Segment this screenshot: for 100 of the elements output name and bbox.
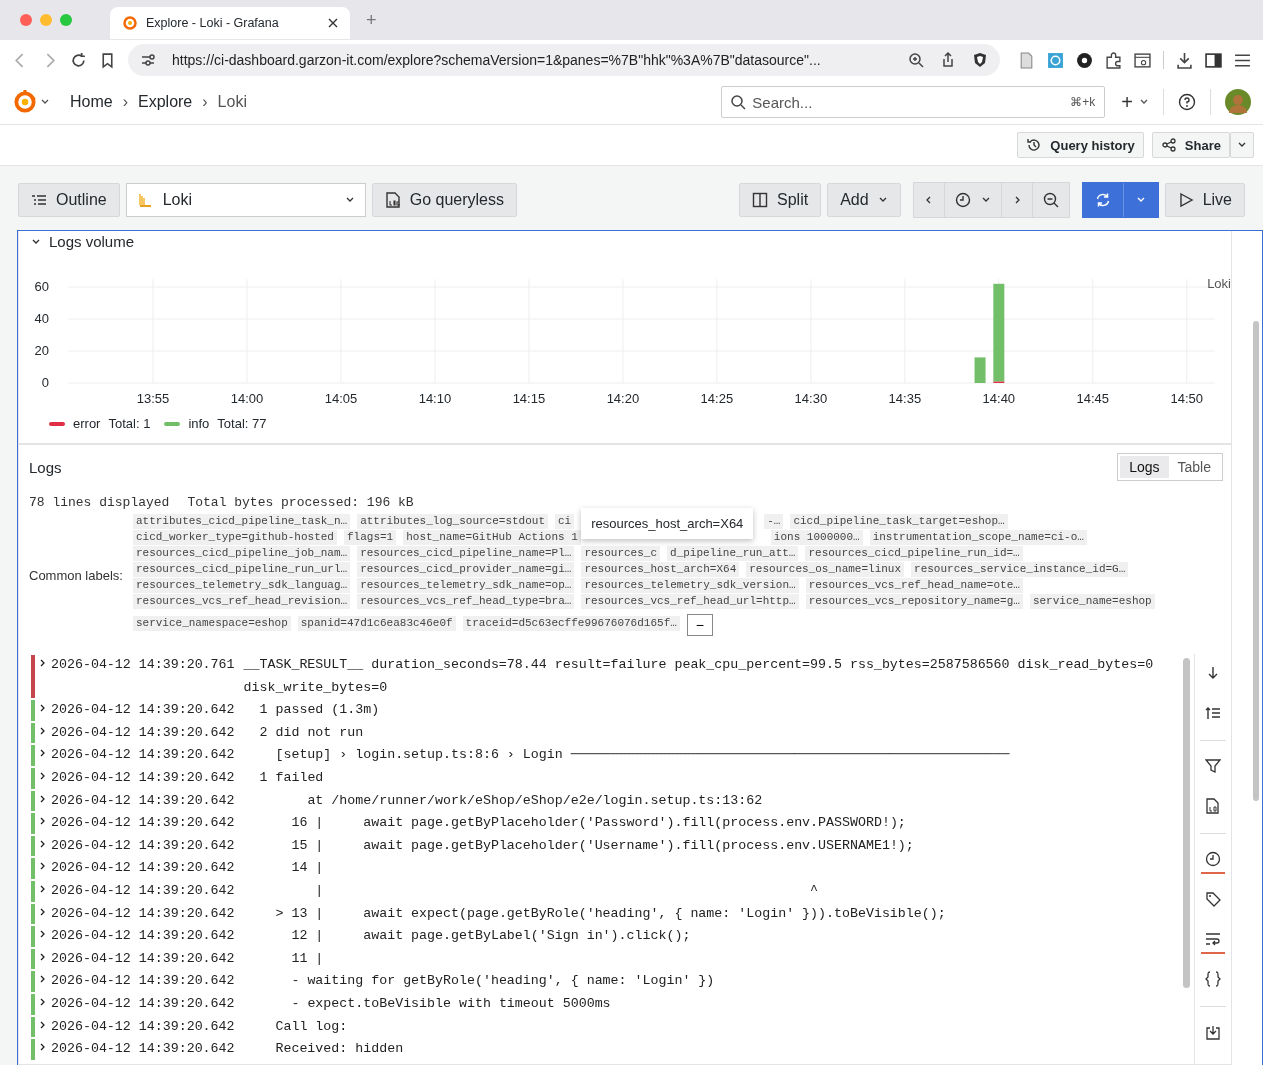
legend-label[interactable]: info: [188, 416, 210, 431]
download-icon[interactable]: [1176, 51, 1193, 69]
outline-icon: [31, 192, 47, 208]
breadcrumb-link[interactable]: Explore: [138, 93, 193, 111]
scrollbar[interactable]: [1183, 658, 1190, 988]
reload-icon[interactable]: [70, 51, 87, 69]
share-button[interactable]: Share: [1151, 132, 1230, 158]
expand-icon[interactable]: [39, 906, 47, 917]
refresh-icon: [1094, 192, 1111, 208]
history-icon: [1026, 137, 1043, 153]
collapse-labels-button[interactable]: −: [686, 614, 713, 636]
expand-icon[interactable]: [39, 974, 47, 985]
common-labels-title: Common labels:: [29, 567, 123, 583]
breadcrumb-link[interactable]: Loki: [217, 93, 247, 111]
expand-icon[interactable]: [39, 883, 47, 894]
document-icon[interactable]: [1018, 51, 1035, 69]
menu-icon[interactable]: [1234, 51, 1251, 69]
y-axis-label: 20: [34, 343, 49, 358]
expand-icon[interactable]: [39, 951, 47, 962]
panel-title: Logs volume: [49, 233, 135, 250]
log-timestamp: 2026-04-12 14:39:20.642: [51, 994, 235, 1013]
x-axis-label: 14:45: [1076, 391, 1110, 404]
legend-label[interactable]: error: [73, 416, 101, 431]
shortcut-hint: ⌘+k: [1070, 95, 1096, 109]
series-label: Loki: [1207, 276, 1231, 291]
log-timestamp: 2026-04-12 14:39:20.642: [51, 791, 235, 810]
shield-icon[interactable]: [972, 52, 988, 68]
expand-icon[interactable]: [39, 996, 47, 1007]
new-button[interactable]: +: [1121, 90, 1133, 114]
label-tag: resources_host_arch=X64: [581, 562, 740, 577]
browser-tab[interactable]: Explore - Loki - Grafana: [110, 7, 350, 39]
query-history-button[interactable]: Query history: [1017, 132, 1144, 158]
split-button[interactable]: Split: [739, 183, 822, 217]
datasource-picker[interactable]: Loki: [125, 183, 366, 217]
grafana-logo-icon[interactable]: [12, 89, 38, 115]
window-icon[interactable]: [1134, 51, 1151, 69]
label-tag: flags=1: [344, 530, 397, 545]
expand-icon[interactable]: [39, 838, 47, 849]
columns-icon: [752, 192, 769, 208]
log-timestamp: 2026-04-12 14:39:20.642: [51, 927, 235, 946]
expand-icon[interactable]: [39, 770, 47, 781]
expand-icon[interactable]: [39, 658, 47, 668]
log-message: __TASK_RESULT__ duration_seconds=78.44 result=failure peak_cpu_percent=99.5 rss_bytes=2587586560 disk_read_bytes=0 disk_write_bytes=0: [243, 656, 1155, 697]
wrap-lines-icon: [1205, 931, 1221, 947]
label-tag: resources_cicd_pipeline_name=Pl…: [357, 546, 575, 561]
outline-button[interactable]: Outline: [18, 183, 120, 217]
label-tag: resources_vcs_ref_head_revision…: [132, 594, 351, 609]
expand-icon[interactable]: [39, 816, 47, 827]
expand-icon[interactable]: [39, 703, 47, 714]
help-icon[interactable]: [1178, 93, 1196, 111]
breadcrumb-link[interactable]: Home: [70, 93, 113, 111]
label-tag: attributes_cicd_pipeline_task_n…: [132, 514, 351, 529]
scrollbar[interactable]: [1253, 321, 1259, 801]
extension-icon[interactable]: [1076, 51, 1093, 69]
label-tag: host_name=GitHub Actions 1: [403, 530, 581, 545]
play-icon: [1177, 192, 1194, 208]
log-timestamp: 2026-04-12 14:39:20.642: [51, 723, 235, 742]
expand-icon[interactable]: [39, 748, 47, 759]
y-axis-label: 40: [34, 311, 49, 326]
label-tag: spanid=47d1c6ea83c46e0f: [297, 615, 456, 631]
view-tab[interactable]: Logs: [1120, 456, 1169, 478]
puzzle-icon[interactable]: [1105, 51, 1122, 69]
log-message: | ^: [314, 881, 820, 900]
bookmark-icon[interactable]: [99, 51, 116, 69]
site-settings-icon[interactable]: [140, 52, 156, 68]
x-axis-label: 14:30: [794, 391, 828, 404]
close-icon[interactable]: [328, 18, 338, 28]
expand-icon[interactable]: [39, 929, 47, 940]
label-tag: ions 1000000…: [770, 530, 863, 545]
expand-icon[interactable]: [39, 1019, 47, 1030]
label-tag: cicd_pipeline_task_target=eshop…: [790, 514, 1008, 529]
expand-icon[interactable]: [39, 1042, 47, 1053]
y-axis-label: 60: [34, 279, 49, 294]
address-bar[interactable]: https://ci-dashboard.garzon-it.com/explore?schemaVersion=1&panes=%7B"hhk"%3A%7B"datasource"...: [128, 44, 1000, 76]
label-tag: resources_vcs_ref_head_name=ote…: [805, 578, 1023, 593]
avatar-icon[interactable]: [1225, 89, 1251, 115]
log-timestamp: 2026-04-12 14:39:20.642: [51, 746, 235, 765]
sidebar-icon[interactable]: [1205, 51, 1222, 69]
log-timestamp: 2026-04-12 14:39:20.761: [51, 656, 235, 674]
expand-icon[interactable]: [39, 725, 47, 736]
add-button[interactable]: Add: [827, 183, 901, 217]
go-queryless-button[interactable]: Go queryless: [371, 183, 517, 217]
x-axis-label: 14:00: [230, 391, 264, 404]
expand-icon[interactable]: [39, 861, 47, 872]
label-tag: resources_cicd_provider_name=gi…: [357, 562, 575, 577]
clock-icon: [1205, 851, 1221, 867]
label-tag: -…: [764, 514, 784, 529]
share-icon[interactable]: [940, 52, 956, 68]
new-tab-button[interactable]: +: [366, 9, 377, 31]
bar: [974, 357, 986, 383]
zoom-icon[interactable]: [908, 52, 924, 68]
x-axis-label: 14:05: [324, 391, 358, 404]
view-tab[interactable]: Table: [1168, 456, 1220, 478]
share-icon: [1160, 137, 1177, 153]
expand-icon[interactable]: [39, 793, 47, 804]
legend-total: Total: 77: [217, 416, 267, 431]
log-message: 11 |: [290, 949, 325, 968]
log-timestamp: 2026-04-12 14:39:20.642: [51, 949, 235, 968]
live-button[interactable]: Live: [1164, 183, 1245, 217]
label-tag: resources_cicd_pipeline_run_id=…: [805, 546, 1023, 561]
